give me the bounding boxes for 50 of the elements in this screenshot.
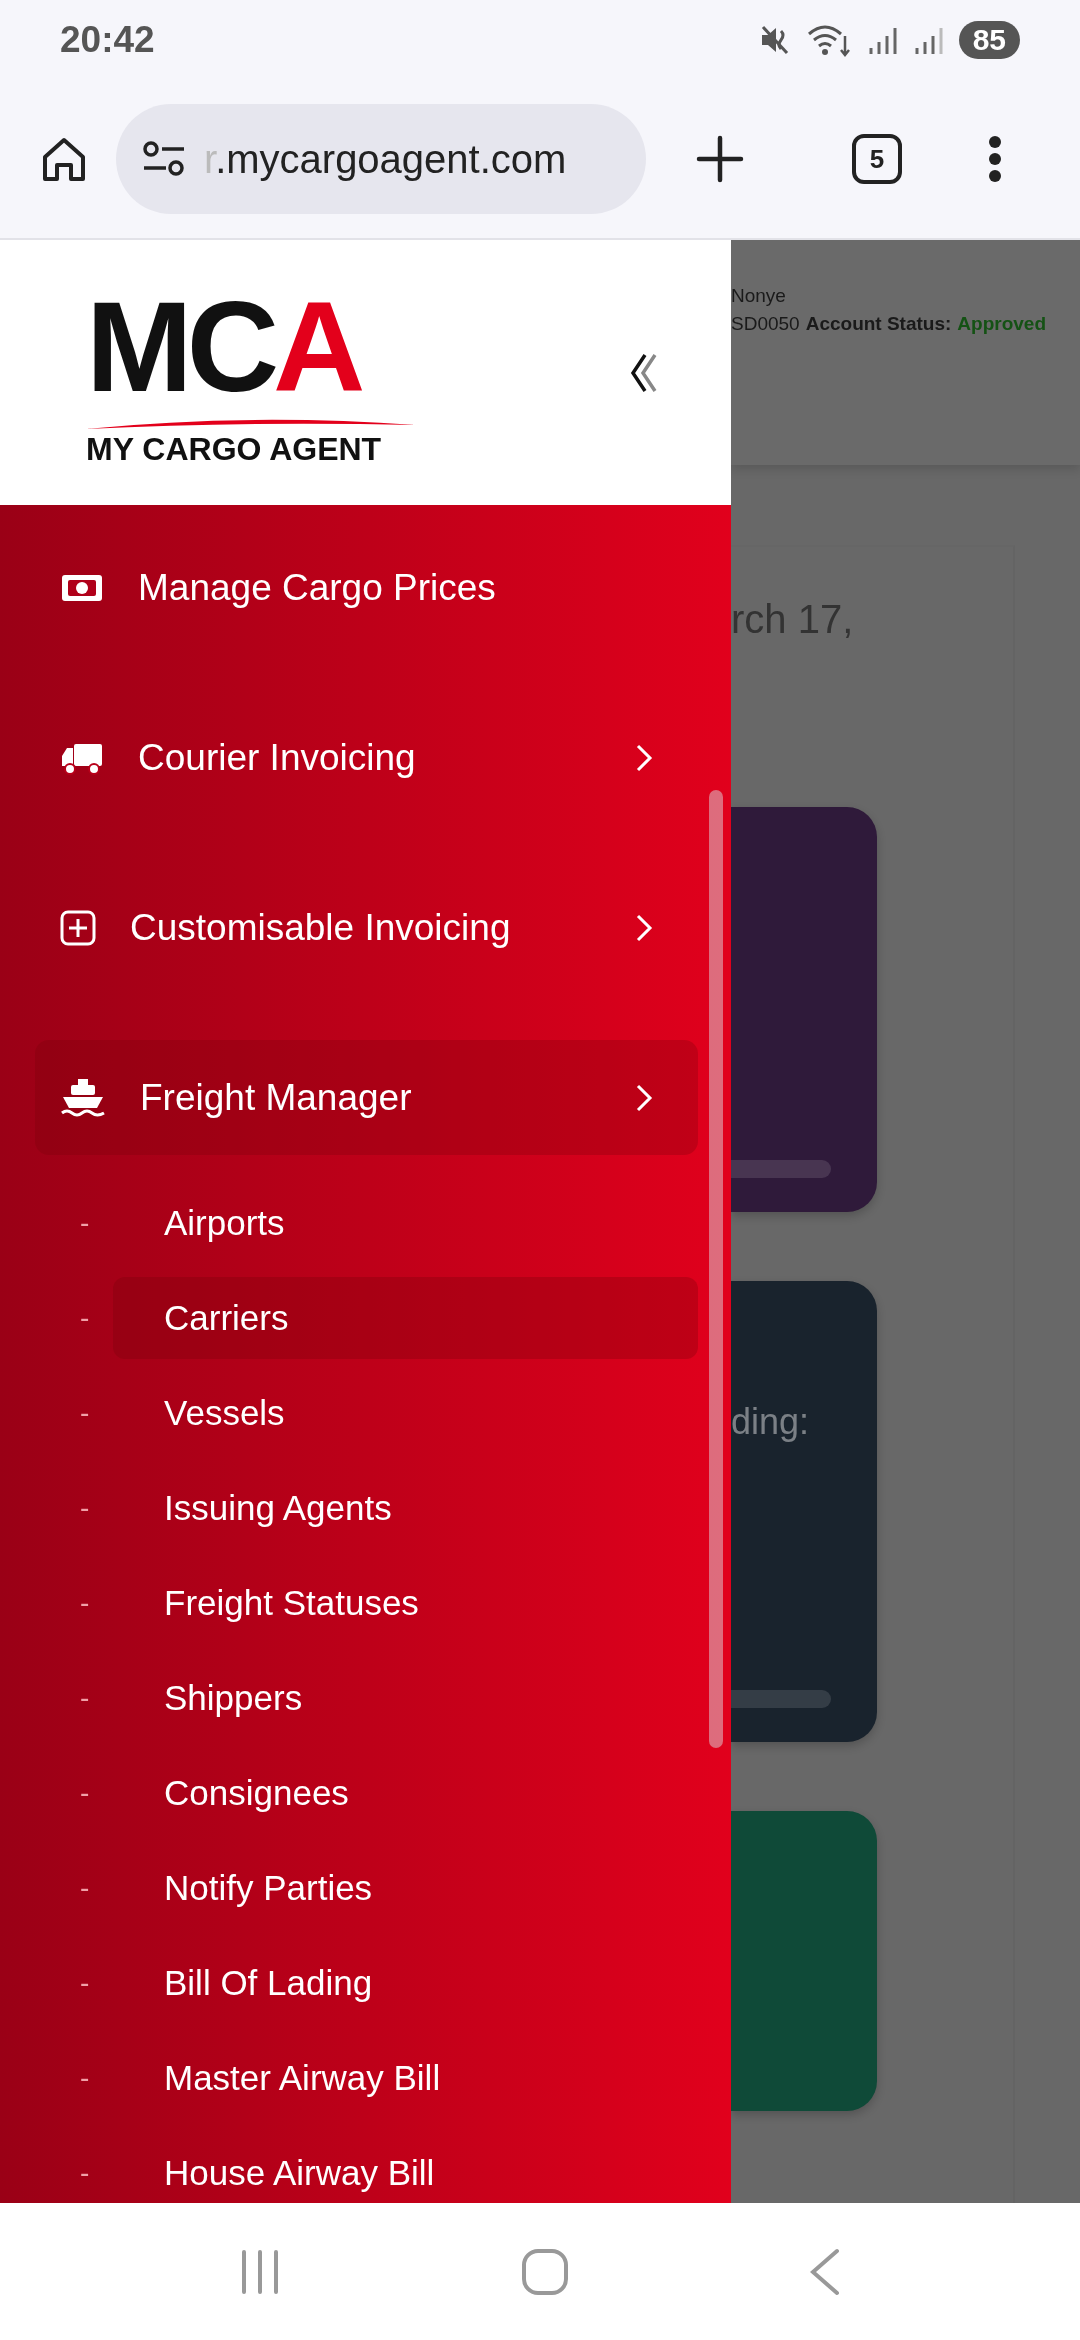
- dash-marker: -: [80, 1207, 91, 1239]
- submenu-item[interactable]: Carriers: [113, 1277, 698, 1359]
- chevron-right-icon: [635, 1082, 653, 1113]
- home-button[interactable]: [40, 135, 88, 183]
- user-name: Nonye: [731, 285, 787, 307]
- account-status-label: Account Status:: [805, 313, 952, 335]
- dash-marker: -: [80, 2157, 91, 2189]
- menu-item[interactable]: Manage Cargo Prices: [35, 530, 698, 645]
- dash-marker: -: [80, 1492, 91, 1524]
- tab-count-button[interactable]: 5: [852, 134, 902, 184]
- plus-square-icon: [60, 909, 96, 946]
- battery-level: 85: [958, 21, 1020, 59]
- submenu-item[interactable]: Issuing Agents: [113, 1467, 698, 1549]
- submenu-item[interactable]: Freight Statuses: [113, 1562, 698, 1644]
- submenu-item[interactable]: Vessels: [113, 1372, 698, 1454]
- dash-marker: -: [80, 1967, 91, 1999]
- dash-marker: -: [80, 1587, 91, 1619]
- tune-icon[interactable]: [142, 139, 186, 179]
- account-status: Approved: [957, 313, 1047, 335]
- submenu-item[interactable]: Bill Of Lading: [113, 1942, 698, 2024]
- logo: MCA MY CARGO AGENT: [86, 280, 422, 465]
- submenu-item[interactable]: Shippers: [113, 1657, 698, 1739]
- submenu-item[interactable]: Notify Parties: [113, 1847, 698, 1929]
- submenu-item[interactable]: Consignees: [113, 1752, 698, 1834]
- submenu-item[interactable]: Master Airway Bill: [113, 2037, 698, 2119]
- clock: 20:42: [60, 19, 155, 61]
- home-nav-button[interactable]: [521, 2247, 569, 2296]
- menu-item[interactable]: Customisable Invoicing: [35, 870, 698, 985]
- card-text: ding:: [731, 1401, 810, 1443]
- dash-marker: -: [80, 1302, 91, 1334]
- chevron-right-icon: [635, 742, 653, 773]
- submenu-item[interactable]: Airports: [113, 1182, 698, 1264]
- wifi-icon: [806, 22, 853, 58]
- menu-item[interactable]: Courier Invoicing: [35, 700, 698, 815]
- menu-item[interactable]: Freight Manager: [35, 1040, 698, 1155]
- dash-marker: -: [80, 1777, 91, 1809]
- ship-icon: [60, 1076, 106, 1119]
- account-code: SD0050: [731, 313, 800, 335]
- dash-marker: -: [80, 1872, 91, 1904]
- chevron-right-icon: [635, 912, 653, 943]
- banknote-icon: [60, 572, 104, 603]
- more-menu-button[interactable]: [988, 135, 1002, 183]
- dash-marker: -: [80, 1397, 91, 1429]
- new-tab-button[interactable]: [696, 135, 744, 183]
- recent-apps-button[interactable]: [240, 2248, 281, 2295]
- back-button[interactable]: [809, 2247, 840, 2296]
- dash-marker: -: [80, 1682, 91, 1714]
- scrollbar[interactable]: [709, 790, 723, 1748]
- dash-marker: -: [80, 2062, 91, 2094]
- submenu-item[interactable]: House Airway Bill: [113, 2132, 698, 2203]
